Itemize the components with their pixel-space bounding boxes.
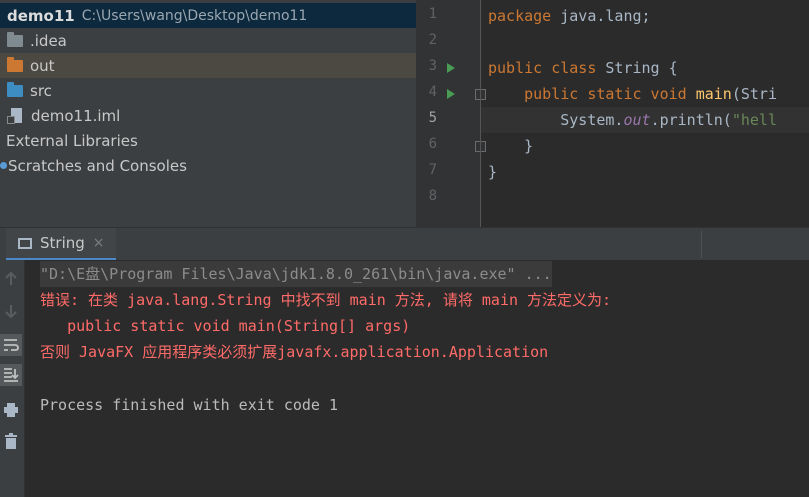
run-main-icon[interactable] — [447, 89, 455, 99]
tree-root-path: C:\Users\wang\Desktop\demo11 — [81, 7, 308, 24]
console-output[interactable]: "D:\E盘\Program Files\Java\jdk1.8.0_261\b… — [25, 260, 809, 497]
code-text: java.lang; — [551, 7, 651, 25]
tree-item-label: .idea — [30, 31, 67, 50]
code-text: (Stri — [731, 85, 777, 103]
code-line-5: System.out.println("hell — [488, 107, 777, 133]
project-tree: demo11 C:\Users\wang\Desktop\demo11 .ide… — [0, 0, 416, 227]
code-text: } — [488, 163, 498, 181]
code-line-1: package java.lang; — [488, 3, 651, 29]
tree-item-label: src — [30, 81, 52, 100]
code-editor[interactable]: 1 2 3 4 5 6 7 8 package java.lang; publi… — [416, 0, 809, 227]
code-line-4: public static void main(Stri — [488, 81, 777, 107]
code-line-3: public class String { — [488, 55, 678, 81]
tree-item-external-libraries[interactable]: External Libraries — [0, 128, 416, 153]
line-number: 7 — [428, 162, 437, 178]
tree-root-label: demo11 — [7, 6, 75, 25]
console-error-line: public static void main(String[] args) — [40, 317, 411, 335]
soft-wrap-icon[interactable] — [0, 334, 22, 356]
scratches-icon — [0, 162, 7, 169]
console-exit-line: Process finished with exit code 1 — [40, 396, 339, 414]
run-tab-bar: String × — [0, 227, 809, 261]
console-icon — [18, 237, 32, 249]
code-area[interactable]: package java.lang; public class String {… — [481, 0, 809, 227]
print-icon[interactable] — [0, 399, 22, 421]
code-text: .println( — [650, 111, 732, 129]
keyword: public — [488, 59, 543, 77]
line-number: 8 — [428, 188, 437, 204]
tree-item-out[interactable]: out — [0, 53, 416, 78]
string-literal: "hell — [731, 111, 777, 129]
tree-item-src[interactable]: src — [0, 78, 416, 103]
tab-label: String — [40, 234, 85, 252]
folder-icon — [7, 31, 23, 47]
editor-gutter: 1 2 3 4 5 6 7 8 — [416, 0, 486, 227]
folder-icon — [7, 56, 23, 72]
tab-run-string[interactable]: String × — [6, 228, 116, 261]
scroll-to-end-icon[interactable] — [0, 364, 22, 386]
line-number: 1 — [428, 6, 437, 22]
tree-item-idea[interactable]: .idea — [0, 28, 416, 53]
console-error-line: 错误: 在类 java.lang.String 中找不到 main 方法, 请将… — [40, 291, 612, 309]
code-line-6: } — [488, 133, 533, 159]
tree-item-label: Scratches and Consoles — [8, 156, 187, 175]
tab-bar-divider — [701, 231, 702, 258]
up-arrow-icon[interactable] — [0, 268, 22, 290]
trash-icon[interactable] — [0, 430, 22, 452]
folder-icon — [7, 81, 23, 97]
line-number: 4 — [428, 84, 437, 100]
line-number: 2 — [428, 32, 437, 48]
code-text: } — [524, 137, 534, 155]
code-text: System. — [560, 111, 624, 129]
code-line-7: } — [488, 159, 497, 185]
keyword: package — [488, 7, 552, 25]
tree-root-demo11[interactable]: demo11 C:\Users\wang\Desktop\demo11 — [0, 3, 416, 28]
field-name: out — [623, 111, 651, 129]
tree-item-label: External Libraries — [6, 131, 138, 150]
code-text: String { — [596, 59, 678, 77]
keyword: class — [551, 59, 597, 77]
run-toolbar — [0, 260, 25, 497]
line-number-current: 5 — [428, 110, 437, 126]
run-class-icon[interactable] — [447, 63, 455, 73]
tree-item-iml[interactable]: demo11.iml — [0, 103, 416, 128]
tree-item-label: demo11.iml — [31, 106, 121, 125]
tree-item-label: out — [30, 56, 55, 75]
ide-window: demo11 C:\Users\wang\Desktop\demo11 .ide… — [0, 0, 809, 497]
line-number: 3 — [428, 58, 437, 74]
line-number: 6 — [428, 136, 437, 152]
tree-item-scratches[interactable]: Scratches and Consoles — [0, 153, 416, 178]
down-arrow-icon[interactable] — [0, 300, 22, 322]
method-name: main — [695, 85, 732, 103]
keyword: public static void — [524, 85, 687, 103]
console-error-line: 否则 JavaFX 应用程序类必须扩展javafx.application.Ap… — [40, 343, 549, 361]
close-icon[interactable]: × — [93, 235, 105, 251]
iml-file-icon — [7, 108, 22, 124]
console-command-line[interactable]: "D:\E盘\Program Files\Java\jdk1.8.0_261\b… — [40, 261, 552, 287]
